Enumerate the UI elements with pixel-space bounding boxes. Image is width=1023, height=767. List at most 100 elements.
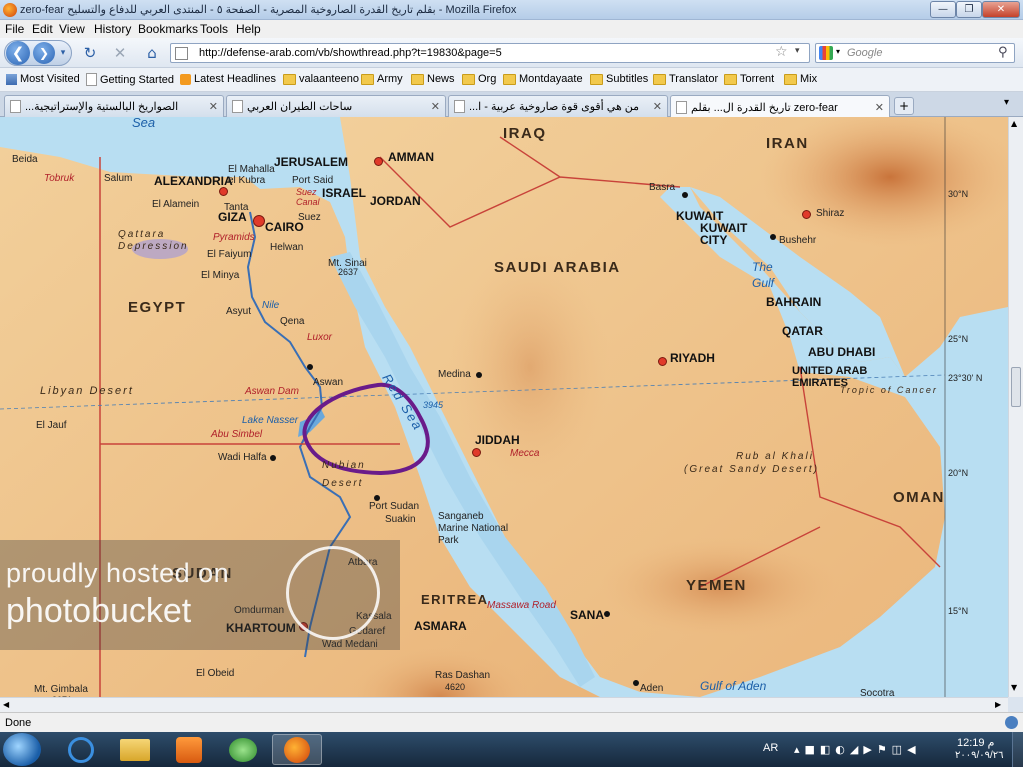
scroll-left-arrow-icon[interactable]: ◀	[3, 700, 9, 709]
reload-button[interactable]: ↻	[78, 41, 102, 65]
stop-button[interactable]: ✕	[108, 41, 132, 65]
horizontal-scrollbar[interactable]: ◀ ▶	[0, 697, 1008, 712]
tab-close-icon[interactable]: ✕	[209, 100, 218, 113]
menu-bookmarks[interactable]: Bookmarks	[138, 22, 198, 36]
scroll-down-arrow-icon[interactable]: ▼	[1011, 683, 1017, 692]
rss-icon	[180, 73, 191, 85]
page-icon	[454, 100, 465, 113]
bookmark-latest-headlines[interactable]: Latest Headlines	[180, 73, 276, 85]
city-marker-sana	[604, 611, 610, 617]
new-tab-button[interactable]: +	[894, 97, 914, 115]
folder-icon	[724, 73, 737, 85]
scroll-right-arrow-icon[interactable]: ▶	[995, 700, 1001, 709]
bookmark-folder-org[interactable]: Org	[462, 73, 496, 85]
capital-marker-alexandria	[219, 187, 228, 196]
page-icon	[232, 100, 243, 113]
show-desktop-button[interactable]	[1012, 732, 1023, 767]
language-indicator[interactable]: AR	[763, 742, 778, 754]
bookmark-folder-montdayaate[interactable]: Montdayaate	[503, 73, 583, 85]
clock-date[interactable]: ٢٠٠٩/٠٩/٢٦	[955, 750, 1004, 761]
status-bar: Done	[0, 712, 1023, 732]
tab-egyptian-missile-history[interactable]: zero-fear تاريخ القدرة ال... بقلم ✕	[670, 95, 890, 118]
menu-edit[interactable]: Edit	[32, 22, 53, 36]
city-marker-wadi-halfa	[270, 455, 276, 461]
capital-marker-jiddah	[472, 448, 481, 457]
maximize-button[interactable]: ❐	[956, 1, 982, 18]
close-window-button[interactable]: ✕	[982, 1, 1020, 18]
tab-strongest-missile-force[interactable]: من هي أقوى قوة صاروخية عربية - ا... ✕	[448, 95, 668, 117]
photobucket-logo-icon	[286, 546, 380, 640]
folder-icon	[361, 73, 374, 85]
city-marker-medina	[476, 372, 482, 378]
tray-icons[interactable]: ▴■◧◐◢▶⚑◫◀	[794, 743, 921, 756]
menu-tools[interactable]: Tools	[200, 22, 228, 36]
clock-time[interactable]: 12:19 م	[957, 736, 994, 749]
start-button[interactable]	[3, 733, 41, 766]
tab-close-icon[interactable]: ✕	[431, 100, 440, 113]
menu-view[interactable]: View	[59, 22, 85, 36]
tab-close-icon[interactable]: ✕	[653, 100, 662, 113]
capital-marker-shiraz	[802, 210, 811, 219]
capital-marker-riyadh	[658, 357, 667, 366]
firefox-icon	[3, 3, 17, 17]
search-engine-dropdown-icon[interactable]: ▾	[836, 47, 840, 56]
folder-icon	[590, 73, 603, 85]
bookmark-most-visited[interactable]: Most Visited	[6, 73, 80, 85]
url-text[interactable]: http://defense-arab.com/vb/showthread.ph…	[199, 47, 502, 59]
tab-arab-aviation[interactable]: ساحات الطيران العربي ✕	[226, 95, 446, 117]
folder-icon	[784, 73, 797, 85]
taskbar-media-player-icon[interactable]	[164, 734, 214, 765]
page-icon	[676, 100, 687, 114]
tab-list-dropdown-icon[interactable]: ▾	[1004, 97, 1009, 108]
taskbar-messenger-icon[interactable]	[218, 734, 268, 765]
capital-marker-amman	[374, 157, 383, 166]
tab-ballistic-missiles[interactable]: الصواريخ البالستية والإستراتيجية... ✕	[4, 95, 224, 117]
page-content: EGYPT SUDAN SAUDI ARABIA IRAQ IRAN JORDA…	[0, 117, 1008, 697]
bookmark-folder-subtitles[interactable]: Subtitles	[590, 73, 648, 85]
bookmark-folder-news[interactable]: News	[411, 73, 455, 85]
tab-close-icon[interactable]: ✕	[875, 101, 884, 114]
bookmark-folder-army[interactable]: Army	[361, 73, 403, 85]
folder-icon	[411, 73, 424, 85]
url-dropdown-icon[interactable]: ▾	[795, 46, 800, 56]
folder-icon	[462, 73, 475, 85]
bookmark-folder-valaanteeno[interactable]: valaanteeno	[283, 73, 359, 85]
forward-button[interactable]: ❯	[33, 42, 55, 64]
bookmark-folder-translator[interactable]: Translator	[653, 73, 718, 85]
bookmark-getting-started[interactable]: Getting Started	[86, 73, 174, 86]
city-marker-basra	[682, 192, 688, 198]
tab-strip: الصواريخ البالستية والإستراتيجية... ✕ ساح…	[0, 92, 1023, 118]
scroll-up-arrow-icon[interactable]: ▲	[1011, 119, 1017, 128]
taskbar-explorer-icon[interactable]	[110, 734, 160, 765]
menu-help[interactable]: Help	[236, 22, 261, 36]
scroll-thumb[interactable]	[1011, 367, 1021, 407]
search-icon[interactable]: ⚲	[998, 45, 1008, 60]
home-button[interactable]: ⌂	[140, 41, 164, 65]
url-bar[interactable]: http://defense-arab.com/vb/showthread.ph…	[170, 43, 810, 63]
menu-history[interactable]: History	[94, 22, 131, 36]
bookmark-star-icon[interactable]: ☆	[775, 44, 788, 60]
bookmarks-toolbar: Most Visited Getting Started Latest Head…	[0, 68, 1023, 92]
search-input[interactable]: Google	[847, 47, 882, 59]
window-title: zero-fear بقلم تاريخ القدرة الصاروخية ال…	[20, 4, 517, 16]
capital-marker-cairo	[253, 215, 265, 227]
city-marker-aswan	[307, 364, 313, 370]
status-extension-icon[interactable]	[1005, 716, 1018, 729]
bookmark-folder-mix[interactable]: Mix	[784, 73, 817, 85]
vertical-scrollbar[interactable]: ▲ ▼	[1008, 117, 1023, 697]
taskbar-firefox-icon[interactable]	[272, 734, 322, 765]
menu-file[interactable]: File	[5, 22, 24, 36]
taskbar-ie-icon[interactable]	[56, 734, 106, 765]
back-button[interactable]: ❮	[6, 41, 30, 65]
folder-icon	[283, 73, 296, 85]
folder-icon	[503, 73, 516, 85]
most-visited-icon	[6, 73, 17, 85]
page-icon	[10, 100, 21, 113]
search-bar[interactable]: ▾ Google ⚲	[815, 43, 1015, 63]
history-dropdown-icon[interactable]: ▾	[56, 41, 70, 65]
bookmark-folder-torrent[interactable]: Torrent	[724, 73, 774, 85]
minimize-button[interactable]: —	[930, 1, 956, 18]
google-icon[interactable]	[819, 46, 833, 60]
city-marker-aden	[633, 680, 639, 686]
folder-icon	[653, 73, 666, 85]
